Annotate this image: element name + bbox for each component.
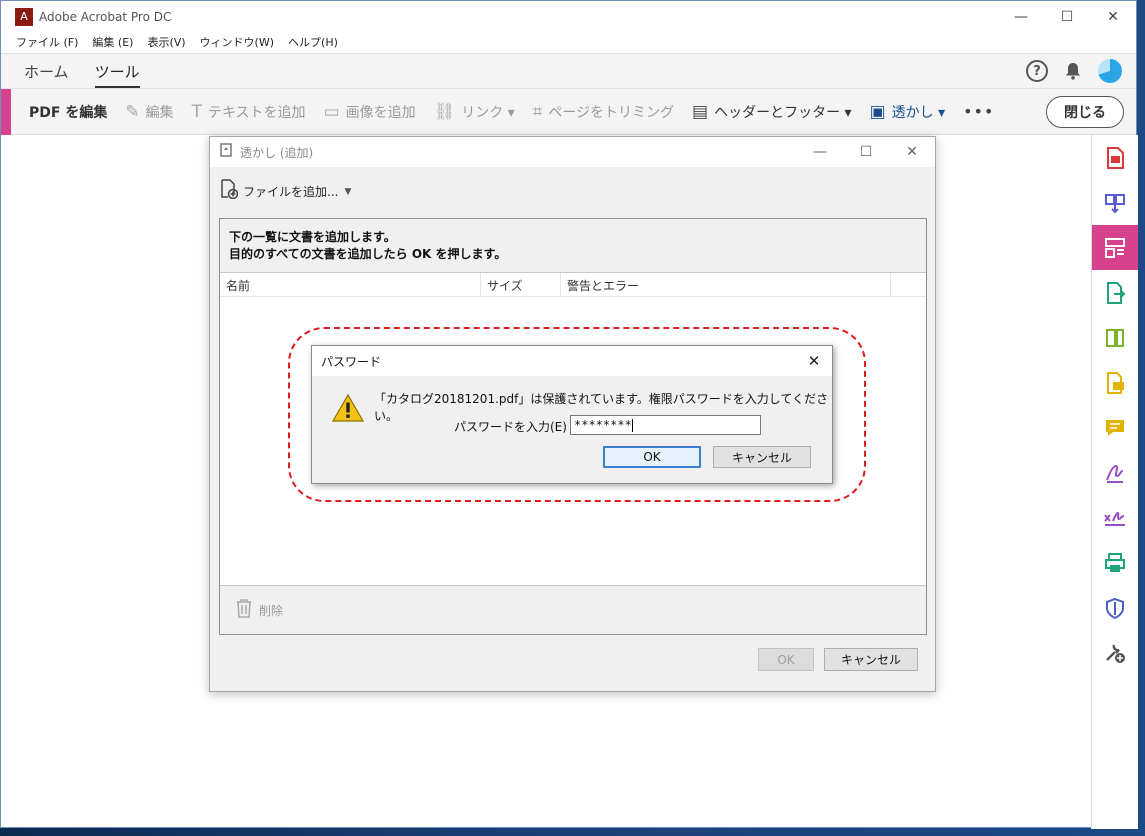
edit-pdf-icon[interactable] bbox=[1092, 225, 1138, 270]
column-name[interactable]: 名前 bbox=[220, 273, 481, 296]
protect-icon[interactable] bbox=[1092, 585, 1138, 630]
combine-files-icon[interactable] bbox=[1092, 180, 1138, 225]
password-dialog-title: パスワード bbox=[321, 354, 382, 369]
instructions: 下の一覧に文書を追加します。 目的のすべての文書を追加したら OK を押します。 bbox=[220, 219, 926, 273]
add-image-tool[interactable]: ▭ 画像を追加 bbox=[324, 102, 416, 122]
avatar[interactable] bbox=[1098, 59, 1122, 83]
dialog-title: 透かし (追加) bbox=[240, 145, 314, 160]
help-icon[interactable]: ? bbox=[1026, 60, 1048, 82]
watermark-icon: ▣ bbox=[869, 101, 886, 122]
print-production-icon[interactable] bbox=[1092, 540, 1138, 585]
add-files-button[interactable]: ファイルを追加... ▼ bbox=[220, 179, 351, 204]
dialog-title-bar: 透かし (追加) — ☐ ✕ bbox=[210, 137, 935, 167]
more-icon[interactable]: ••• bbox=[963, 102, 994, 121]
edit-pdf-toolbar: PDF を編集 ✎ 編集 T テキストを追加 ▭ 画像を追加 ⛓ リンク ▾ ⌗… bbox=[1, 88, 1136, 135]
crop-icon: ⌗ bbox=[532, 101, 543, 122]
column-warnings[interactable]: 警告とエラー bbox=[561, 273, 891, 296]
password-dialog-close-button[interactable]: ✕ bbox=[796, 352, 832, 370]
watermark-tool[interactable]: ▣ 透かし ▾ bbox=[870, 102, 946, 122]
request-signature-icon[interactable] bbox=[1092, 495, 1138, 540]
header-footer-tool[interactable]: ▤ ヘッダーとフッター ▾ bbox=[692, 102, 852, 122]
maximize-button[interactable]: ☐ bbox=[1044, 1, 1090, 32]
trash-icon bbox=[235, 598, 253, 623]
add-file-icon bbox=[220, 179, 239, 204]
file-list-footer: 削除 bbox=[220, 585, 926, 634]
password-label: パスワードを入力(E) : bbox=[454, 420, 575, 434]
dialog-close-button[interactable]: ✕ bbox=[889, 144, 935, 160]
menu-view[interactable]: 表示(V) bbox=[147, 34, 185, 50]
warning-icon bbox=[331, 393, 365, 425]
password-cancel-button[interactable]: キャンセル bbox=[713, 446, 811, 468]
right-tools-panel bbox=[1091, 135, 1138, 829]
comment-icon[interactable] bbox=[1092, 405, 1138, 450]
menu-file[interactable]: ファイル (F) bbox=[16, 34, 78, 50]
crop-tool[interactable]: ⌗ ページをトリミング bbox=[533, 102, 674, 122]
edit-icon: ✎ bbox=[125, 101, 140, 122]
close-tool-button[interactable]: 閉じる bbox=[1046, 95, 1124, 128]
organize-pages-icon[interactable] bbox=[1092, 315, 1138, 360]
create-pdf-icon[interactable] bbox=[1092, 135, 1138, 180]
delete-button[interactable]: 削除 bbox=[259, 602, 283, 619]
menu-edit[interactable]: 編集 (E) bbox=[92, 34, 133, 50]
tab-home[interactable]: ホーム bbox=[11, 54, 82, 88]
menu-help[interactable]: ヘルプ(H) bbox=[288, 34, 338, 50]
header-footer-icon: ▤ bbox=[692, 101, 709, 122]
dialog-cancel-button[interactable]: キャンセル bbox=[824, 648, 918, 671]
close-window-button[interactable]: ✕ bbox=[1090, 1, 1136, 32]
minimize-button[interactable]: — bbox=[998, 1, 1044, 32]
more-tools-icon[interactable] bbox=[1092, 630, 1138, 675]
comment-file-icon[interactable] bbox=[1092, 360, 1138, 405]
chevron-down-icon: ▼ bbox=[344, 186, 352, 197]
title-bar: A Adobe Acrobat Pro DC — ☐ ✕ bbox=[1, 1, 1136, 32]
fill-sign-icon[interactable] bbox=[1092, 450, 1138, 495]
toolbar-title: PDF を編集 bbox=[29, 104, 108, 121]
toolbar-accent bbox=[1, 88, 11, 135]
bell-icon[interactable] bbox=[1064, 62, 1082, 80]
password-dialog-title-bar: パスワード ✕ bbox=[312, 346, 832, 376]
password-field[interactable]: ******** bbox=[570, 415, 761, 435]
password-ok-button[interactable]: OK bbox=[603, 446, 701, 468]
file-list-header: 名前 サイズ 警告とエラー bbox=[220, 273, 926, 297]
nav-bar: ホーム ツール ? bbox=[1, 53, 1136, 89]
watermark-dialog-icon bbox=[220, 143, 234, 161]
dialog-maximize-button[interactable]: ☐ bbox=[843, 144, 889, 160]
tab-tools[interactable]: ツール bbox=[82, 54, 153, 88]
text-icon: T bbox=[191, 101, 202, 122]
password-dialog: パスワード ✕ 「カタログ20181201.pdf」は保護されています。権限パス… bbox=[311, 345, 833, 484]
menu-bar: ファイル (F) 編集 (E) 表示(V) ウィンドウ(W) ヘルプ(H) bbox=[1, 32, 1136, 52]
dialog-minimize-button[interactable]: — bbox=[797, 144, 843, 160]
text-caret bbox=[631, 419, 633, 432]
menu-window[interactable]: ウィンドウ(W) bbox=[200, 34, 274, 50]
column-size[interactable]: サイズ bbox=[481, 273, 561, 296]
edit-tool[interactable]: ✎ 編集 bbox=[125, 102, 173, 122]
dialog-ok-button[interactable]: OK bbox=[758, 648, 814, 671]
link-icon: ⛓ bbox=[433, 101, 456, 122]
export-pdf-icon[interactable] bbox=[1092, 270, 1138, 315]
add-text-tool[interactable]: T テキストを追加 bbox=[192, 102, 306, 122]
link-tool[interactable]: ⛓ リンク ▾ bbox=[434, 102, 515, 122]
acrobat-logo-icon: A bbox=[15, 7, 33, 26]
window-title: Adobe Acrobat Pro DC bbox=[39, 9, 172, 24]
image-icon: ▭ bbox=[323, 101, 340, 122]
